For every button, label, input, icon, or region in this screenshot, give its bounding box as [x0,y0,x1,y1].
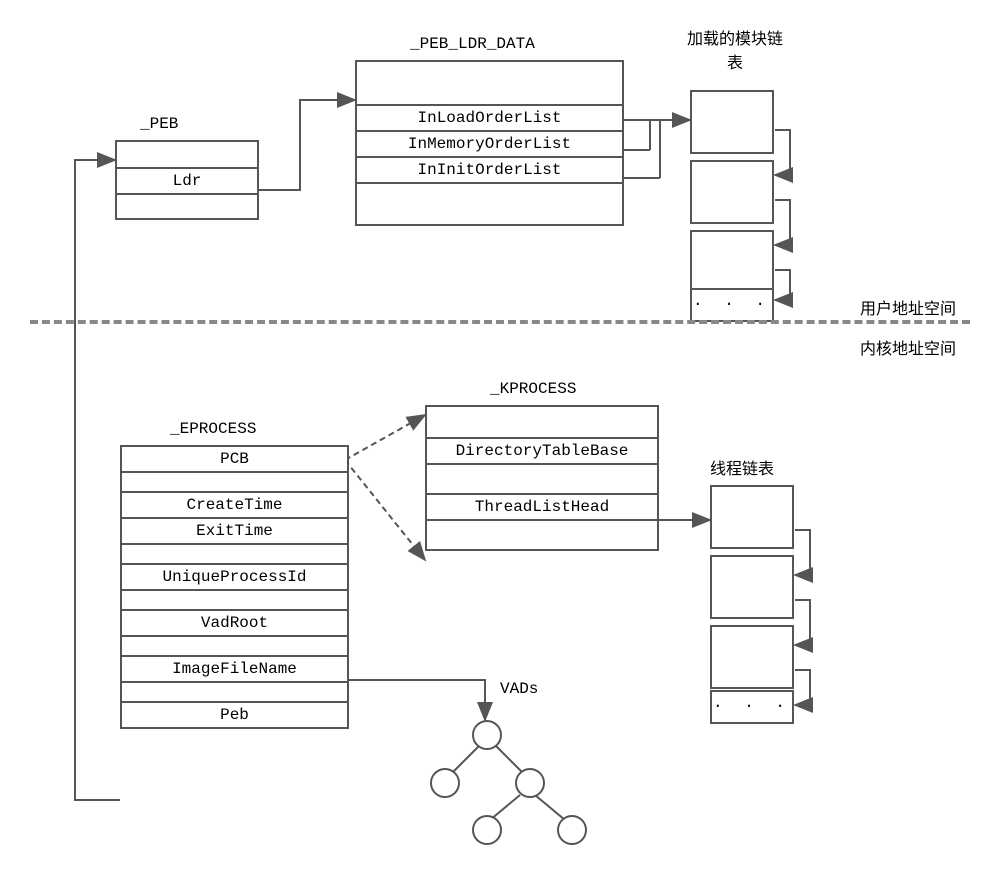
kprocess-box: DirectoryTableBase ThreadListHead [425,405,659,551]
eprocess-field-exittime: ExitTime [122,517,347,543]
eprocess-gap-1 [122,471,347,491]
ldrdata-field-0: InLoadOrderList [357,104,622,130]
kernel-space-label: 内核地址空间 [860,335,956,359]
eprocess-field-createtime: CreateTime [122,491,347,517]
thread-node-2 [710,555,794,619]
address-space-divider [30,320,970,324]
ldrdata-spacer-bottom [357,182,622,224]
eprocess-field-imagefilename: ImageFileName [122,655,347,681]
eprocess-title: _EPROCESS [170,420,256,438]
vad-node-r [515,768,545,798]
eprocess-gap-5 [122,681,347,701]
kprocess-field-threadlisthead: ThreadListHead [427,493,657,519]
thread-node-3 [710,625,794,689]
eprocess-gap-4 [122,635,347,655]
kprocess-spacer-top [427,407,657,437]
thread-node-ellipsis: . . . [710,690,794,724]
module-list-label: 加载的模块链表 [685,25,785,73]
peb-box: Ldr [115,140,259,220]
vad-node-rl [472,815,502,845]
ldrdata-field-2: InInitOrderList [357,156,622,182]
ldrdata-spacer-top [357,62,622,104]
vads-label: VADs [500,680,538,698]
module-node-1 [690,90,774,154]
module-node-3 [690,230,774,294]
module-node-2 [690,160,774,224]
vad-node-root [472,720,502,750]
vad-node-rr [557,815,587,845]
diagram-canvas: _PEB Ldr _PEB_LDR_DATA InLoadOrderList I… [20,20,980,850]
ldrdata-field-1: InMemoryOrderList [357,130,622,156]
peb-spacer-bottom [117,193,257,218]
peb-field-ldr: Ldr [117,167,257,193]
kprocess-spacer-bottom [427,519,657,549]
eprocess-field-peb: Peb [122,701,347,727]
kprocess-field-dirtablebase: DirectoryTableBase [427,437,657,463]
eprocess-gap-2 [122,543,347,563]
peb-spacer-top [117,142,257,167]
eprocess-box: PCB CreateTime ExitTime UniqueProcessId … [120,445,349,729]
peb-title: _PEB [140,115,178,133]
user-space-label: 用户地址空间 [860,295,956,319]
module-node-ellipsis: . . . [690,288,774,322]
thread-node-1 [710,485,794,549]
eprocess-field-uniquepid: UniqueProcessId [122,563,347,589]
kprocess-title: _KPROCESS [490,380,576,398]
eprocess-field-pcb: PCB [122,447,347,471]
ldrdata-title: _PEB_LDR_DATA [410,35,535,53]
thread-list-label: 线程链表 [710,455,774,479]
ldrdata-box: InLoadOrderList InMemoryOrderList InInit… [355,60,624,226]
eprocess-field-vadroot: VadRoot [122,609,347,635]
vad-node-l [430,768,460,798]
kprocess-gap [427,463,657,493]
eprocess-gap-3 [122,589,347,609]
